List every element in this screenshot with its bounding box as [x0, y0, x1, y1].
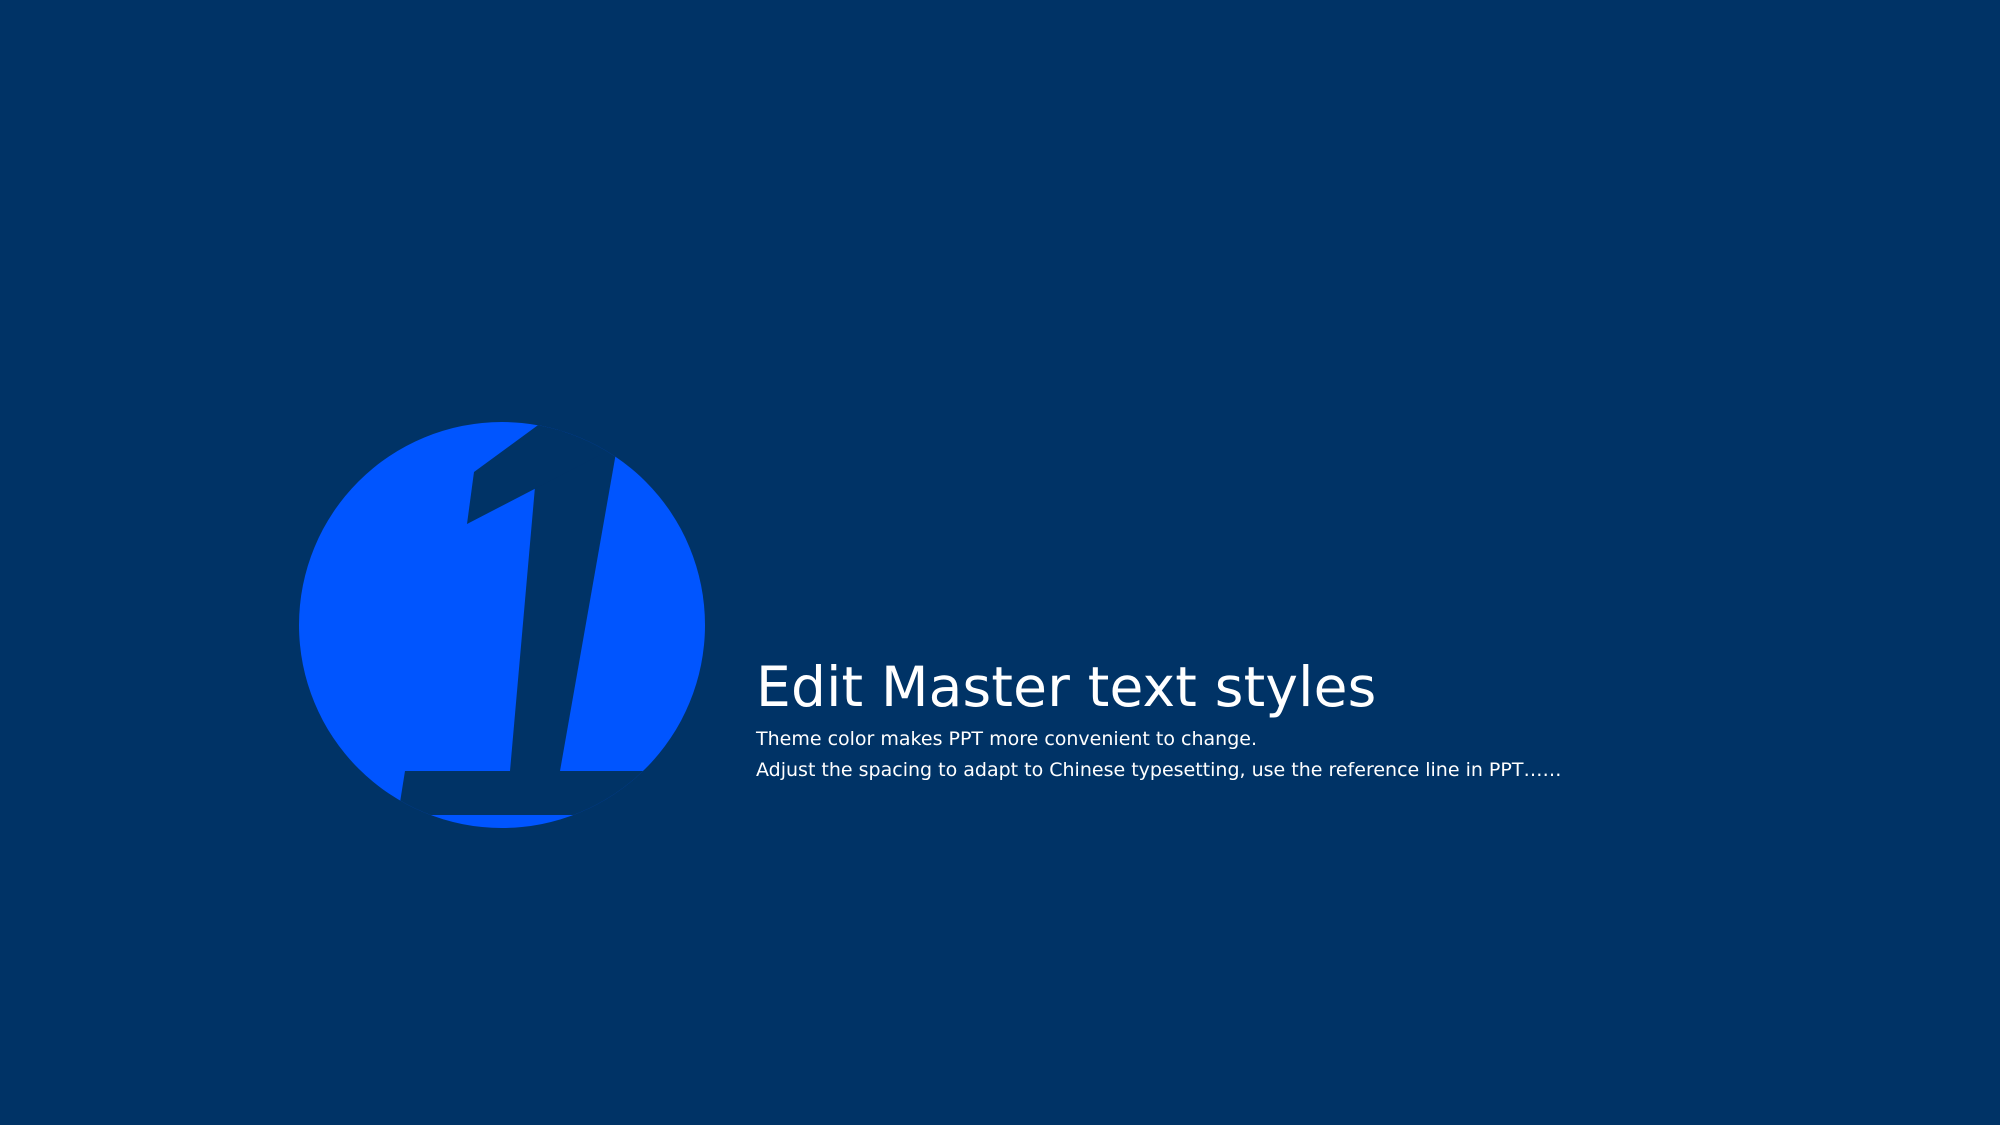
numeral-one-base	[398, 771, 700, 815]
title-text-block: Edit Master text styles Theme color make…	[756, 650, 1956, 786]
subtitle-line-2: Adjust the spacing to adapt to Chinese t…	[756, 759, 1562, 781]
subtitle-line-1: Theme color makes PPT more convenient to…	[756, 728, 1257, 750]
number-one-badge-icon	[299, 422, 705, 828]
title-slide: Edit Master text styles Theme color make…	[0, 0, 2000, 1125]
slide-title: Edit Master text styles	[756, 655, 1377, 719]
